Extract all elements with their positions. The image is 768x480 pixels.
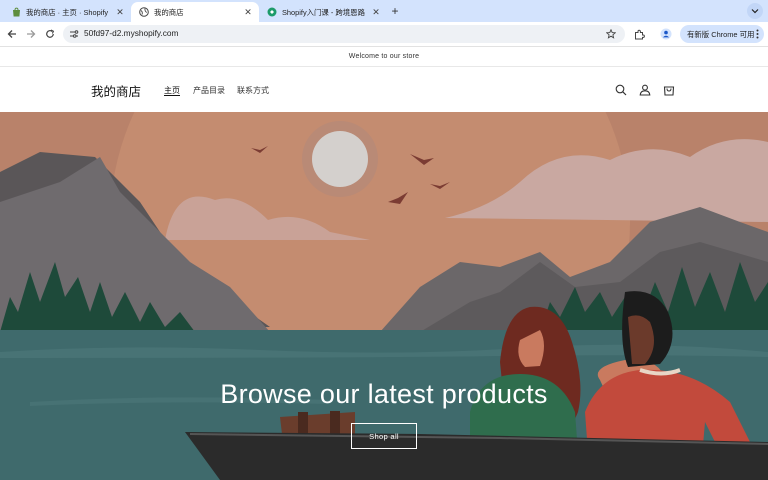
account-icon[interactable] <box>638 83 651 96</box>
tab-title: 我的商店 · 主页 · Shopify <box>26 7 109 17</box>
profile-avatar-icon[interactable] <box>659 27 673 41</box>
update-chrome-button[interactable]: 有新版 Chrome 可用 <box>680 25 764 43</box>
tab-my-store[interactable]: 我的商店 ✕ <box>131 2 259 22</box>
close-icon[interactable]: ✕ <box>371 7 381 18</box>
address-bar[interactable]: 50fd97-d2.myshopify.com <box>63 25 625 43</box>
browser-toolbar: 50fd97-d2.myshopify.com 有新版 Chrome 可用 <box>0 22 768 47</box>
store-header: 我的商店 主页 产品目录 联系方式 <box>0 67 768 112</box>
nav-link-contact[interactable]: 联系方式 <box>237 85 269 96</box>
url-text[interactable]: 50fd97-d2.myshopify.com <box>84 28 178 38</box>
green-circle-icon <box>267 7 277 17</box>
announcement-bar: Welcome to our store <box>0 47 768 67</box>
chevron-down-icon <box>751 9 759 14</box>
sun <box>312 131 368 187</box>
hero-banner: Browse our latest products Shop all <box>0 112 768 480</box>
new-tab-button[interactable]: + <box>388 3 402 19</box>
tab-title: Shopify入门课 - 跨境恩路 <box>282 7 365 17</box>
cart-icon[interactable] <box>662 83 675 96</box>
arrow-left-icon <box>7 30 16 38</box>
tab-shopify-admin[interactable]: 我的商店 · 主页 · Shopify ✕ <box>3 2 131 22</box>
forward-button[interactable] <box>24 27 38 41</box>
shop-all-button[interactable]: Shop all <box>351 423 417 449</box>
close-icon[interactable]: ✕ <box>115 7 125 18</box>
more-vertical-icon[interactable] <box>754 28 760 40</box>
tab-title: 我的商店 <box>154 7 184 17</box>
back-button[interactable] <box>5 27 19 41</box>
reload-icon <box>46 29 55 38</box>
arrow-right-icon <box>27 30 36 38</box>
nav-link-catalog[interactable]: 产品目录 <box>193 85 225 96</box>
shopify-bag-icon <box>11 7 21 17</box>
tab-search-button[interactable] <box>747 3 763 19</box>
extensions-puzzle-icon[interactable] <box>632 27 646 41</box>
globe-icon <box>139 7 149 17</box>
nav-link-home[interactable]: 主页 <box>164 85 180 96</box>
store-logo[interactable]: 我的商店 <box>91 81 141 100</box>
update-label: 有新版 Chrome 可用 <box>687 29 755 39</box>
close-icon[interactable]: ✕ <box>243 7 253 18</box>
tab-shopify-course[interactable]: Shopify入门课 - 跨境恩路 ✕ <box>259 2 387 22</box>
bookmark-star-icon[interactable] <box>604 27 618 41</box>
search-icon[interactable] <box>614 83 627 96</box>
tab-strip: 我的商店 · 主页 · Shopify ✕ 我的商店 ✕ Shopify入门课 … <box>0 0 768 22</box>
hero-title: Browse our latest products <box>220 379 548 409</box>
site-info-icon[interactable] <box>67 27 81 41</box>
reload-button[interactable] <box>43 27 57 41</box>
